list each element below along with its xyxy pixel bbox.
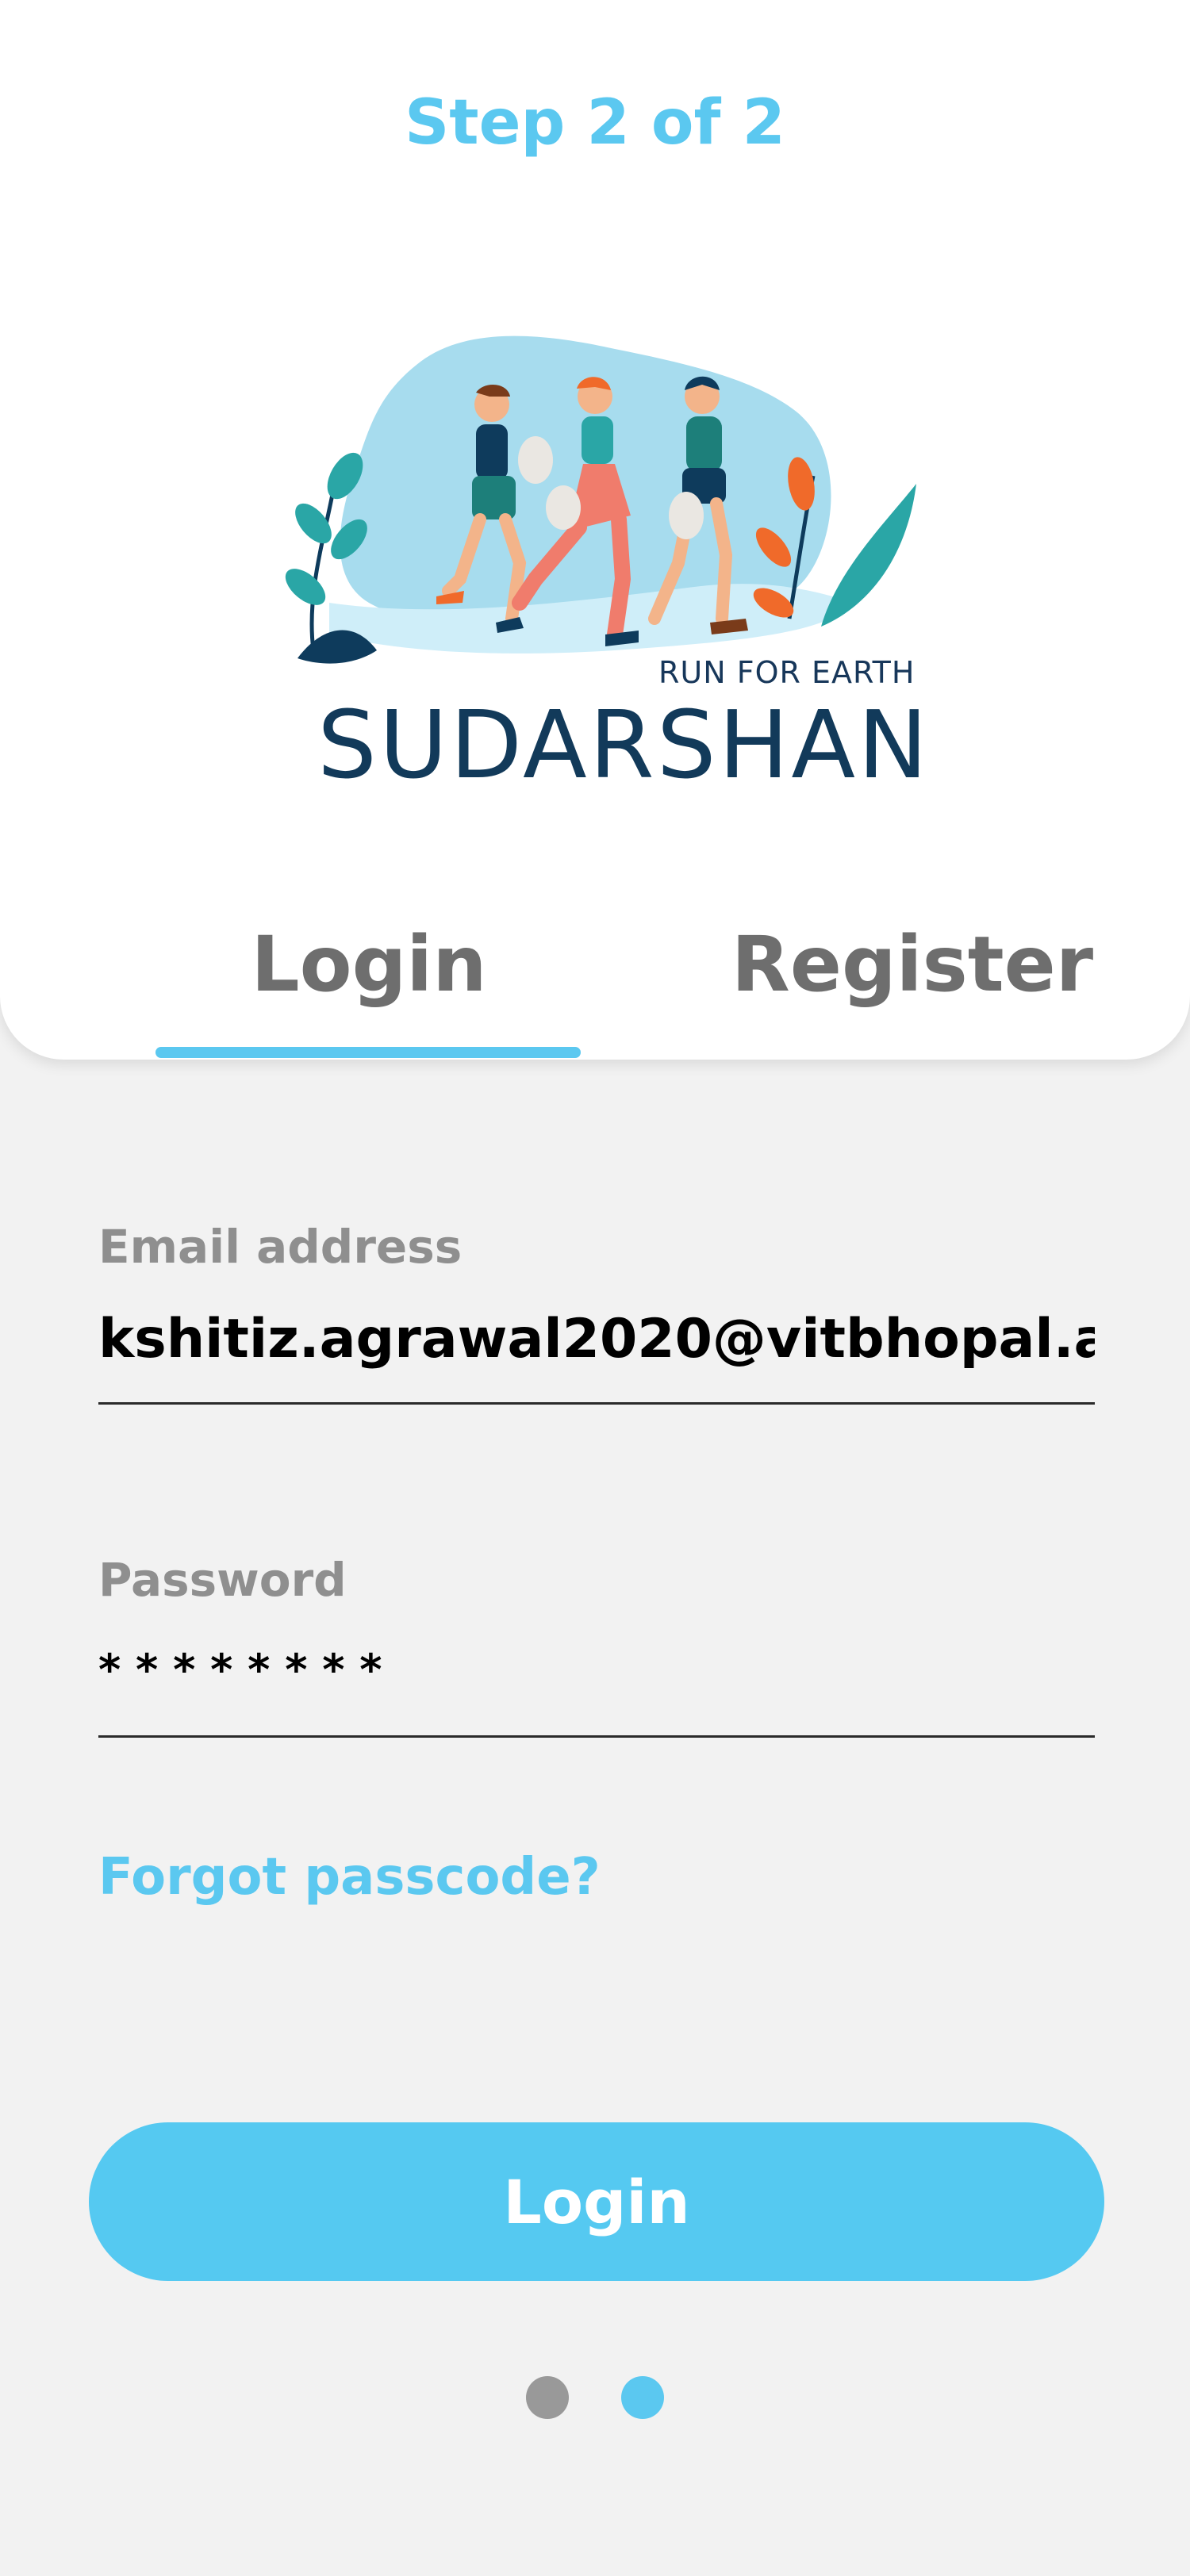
step-indicator-text: Step 2 of 2 xyxy=(405,87,785,159)
tab-login[interactable]: Login xyxy=(155,920,583,1009)
password-label: Password xyxy=(98,1553,347,1607)
page-dot-2-active xyxy=(621,2376,664,2419)
active-tab-indicator xyxy=(155,1047,581,1058)
forgot-passcode-link[interactable]: Forgot passcode? xyxy=(98,1848,601,1907)
login-button[interactable]: Login xyxy=(89,2122,1104,2281)
email-field[interactable] xyxy=(98,1301,1095,1377)
email-label: Email address xyxy=(98,1220,463,1274)
tab-register[interactable]: Register xyxy=(714,920,1111,1009)
password-underline xyxy=(98,1735,1095,1738)
password-field[interactable] xyxy=(98,1634,1095,1705)
header-card: Step 2 of 2 RUN FOR EARTH SUDARSHAN Logi… xyxy=(0,0,1190,1060)
email-underline xyxy=(98,1402,1095,1405)
brand-name: SUDARSHAN xyxy=(317,690,931,799)
page-dot-1 xyxy=(526,2376,569,2419)
brand-tagline: RUN FOR EARTH xyxy=(658,655,916,690)
